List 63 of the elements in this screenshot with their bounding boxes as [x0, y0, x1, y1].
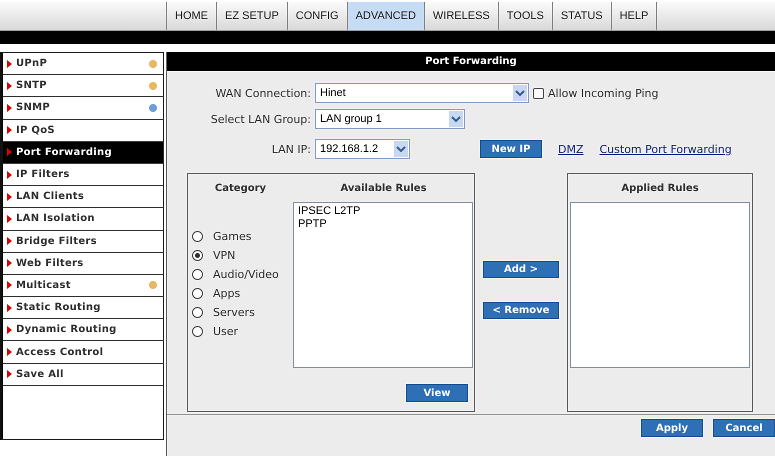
triangle-icon	[7, 259, 12, 268]
radio-label: User	[213, 325, 238, 338]
column-heading: Available Rules	[339, 182, 428, 194]
add-button[interactable]: Add >	[483, 261, 559, 278]
apply-button[interactable]: Apply	[641, 419, 703, 437]
triangle-icon	[7, 148, 12, 156]
radio-button[interactable]	[192, 250, 203, 261]
nav-tab[interactable]: HOME	[166, 2, 216, 30]
triangle-icon	[7, 126, 12, 134]
field-label: LAN IP:	[270, 142, 311, 156]
triangle-icon	[7, 214, 12, 223]
triangle-icon	[7, 304, 12, 312]
nav-tab[interactable]: ADVANCED	[346, 2, 424, 30]
triangle-icon	[7, 82, 12, 90]
radio-button[interactable]	[192, 288, 203, 299]
radio-button[interactable]	[192, 269, 203, 280]
remove-button[interactable]: < Remove	[483, 302, 559, 319]
triangle-icon	[7, 326, 12, 334]
radio-label: Apps	[213, 287, 240, 300]
new-ip-button[interactable]: New IP	[480, 140, 542, 158]
dmz-link[interactable]: DMZ	[558, 142, 584, 156]
custom-port-forwarding-link[interactable]: Custom Port Forwarding	[600, 142, 732, 156]
radio-button[interactable]	[192, 231, 203, 242]
triangle-icon	[7, 281, 12, 290]
sidebar-item[interactable]: Save All	[3, 364, 163, 386]
sidebar-item[interactable]: Bridge Filters	[3, 230, 163, 253]
nav-tab[interactable]: WIRELESS	[424, 2, 498, 30]
field-label: WAN Connection:	[214, 86, 311, 100]
lan-ip-select[interactable]: 192.168.1.2	[315, 139, 410, 159]
triangle-icon	[7, 170, 12, 179]
lan-group-select[interactable]: LAN group 1	[315, 109, 465, 129]
radio-button[interactable]	[192, 326, 203, 337]
triangle-icon	[7, 192, 12, 201]
triangle-icon	[7, 348, 12, 356]
radio-button[interactable]	[192, 307, 203, 318]
wan-connection-select[interactable]: Hinet	[315, 83, 529, 103]
available-rules-list[interactable]: IPSEC L2TP PPTP	[293, 202, 473, 368]
panel-title: Port Forwarding	[167, 52, 775, 71]
rule-item[interactable]: PPTP	[298, 218, 468, 231]
column-heading: Applied Rules	[620, 182, 700, 194]
column-heading: Category	[214, 182, 268, 194]
rule-item[interactable]: IPSEC L2TP	[298, 205, 468, 218]
nav-tab[interactable]: STATUS	[552, 2, 611, 30]
view-button[interactable]: View	[406, 384, 468, 402]
radio-label: Servers	[213, 306, 255, 319]
triangle-icon	[7, 104, 12, 112]
applied-rules-list[interactable]	[570, 202, 750, 368]
triangle-icon	[7, 60, 12, 68]
allow-ping-checkbox[interactable]	[533, 88, 544, 98]
sidebar-item[interactable]: IP QoS	[3, 120, 163, 142]
sidebar-item[interactable]: Web Filters	[3, 252, 163, 275]
cancel-button[interactable]: Cancel	[713, 419, 775, 437]
checkbox-label: Allow Incoming Ping	[548, 86, 658, 100]
triangle-icon	[7, 237, 12, 246]
radio-label: Audio/Video	[213, 268, 279, 281]
nav-tab[interactable]: TOOLS	[498, 2, 552, 30]
radio-label: Games	[213, 230, 252, 243]
radio-label: VPN	[213, 249, 236, 262]
nav-tab[interactable]: HELP	[610, 2, 658, 30]
triangle-icon	[7, 370, 12, 378]
field-label: Select LAN Group:	[210, 112, 311, 126]
sidebar-item[interactable]: Port Forwarding	[3, 142, 163, 164]
nav-tab[interactable]: EZ SETUP	[216, 2, 287, 30]
